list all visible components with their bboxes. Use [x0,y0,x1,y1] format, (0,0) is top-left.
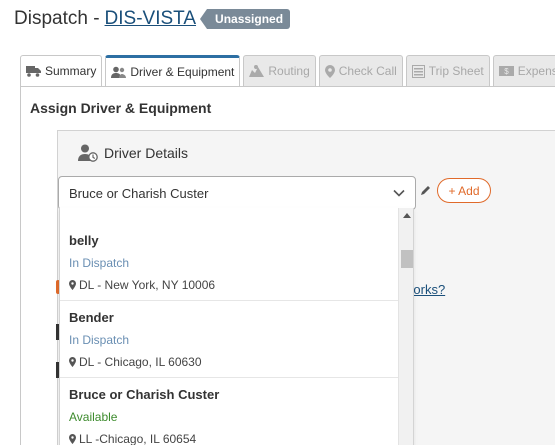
driver-dropdown-list: belly In Dispatch DL - New York, NY 1000… [59,208,414,445]
tab-routing[interactable]: Routing [243,55,316,86]
tab-trip-sheet[interactable]: Trip Sheet [405,55,490,86]
driver-name: Bender [69,310,114,325]
driver-details-header: Driver Details [78,144,188,162]
tab-label: Check Call [338,64,397,78]
pencil-icon[interactable] [420,184,432,196]
driver-clock-icon [78,144,98,162]
map-icon [249,65,265,77]
driver-name: Bruce or Charish Custer [69,387,220,402]
list-item[interactable]: belly In Dispatch DL - New York, NY 1000… [60,224,398,301]
tab-driver-equipment[interactable]: Driver & Equipment [105,55,241,86]
truck-icon [26,66,41,77]
section-title: Assign Driver & Equipment [30,100,212,116]
tab-bar: Summary Driver & Equipment Routing Check… [20,55,555,86]
tab-summary[interactable]: Summary [20,55,103,86]
load-number-link[interactable]: DIS-VISTA [105,8,197,30]
page-title-prefix: Dispatch - [14,8,100,29]
driver-location: DL - New York, NY 10006 [69,278,389,292]
tab-expenses[interactable]: $ Expenses [492,55,555,86]
map-marker-icon [69,280,76,290]
driver-status: In Dispatch [69,333,130,347]
map-marker-icon [324,64,335,78]
tab-label: Trip Sheet [428,64,484,78]
dropdown-options: belly In Dispatch DL - New York, NY 1000… [60,208,398,445]
map-marker-icon [69,357,76,367]
scroll-thumb[interactable] [401,250,413,268]
driver-location-text: LL -Chicago, IL 60654 [79,432,197,445]
tab-label: Expenses [517,64,555,78]
driver-location-text: DL - New York, NY 10006 [79,278,216,292]
money-icon: $ [498,66,514,76]
driver-select-value: Bruce or Charish Custer [69,185,209,201]
svg-text:$: $ [504,67,509,76]
users-icon [111,66,127,78]
list-item[interactable]: Bruce or Charish Custer Available LL -Ch… [60,378,398,445]
tab-label: Routing [268,64,310,78]
chevron-down-icon [393,189,405,197]
list-item[interactable]: Bender In Dispatch DL - Chicago, IL 6063… [60,301,398,378]
add-driver-button[interactable]: + Add [437,178,491,203]
driver-name: belly [69,233,99,248]
tab-label: Driver & Equipment [130,65,235,79]
driver-select[interactable]: Bruce or Charish Custer [58,176,416,210]
page-title-row: Dispatch - DIS-VISTA Unassigned [14,6,291,32]
tab-label: Summary [45,64,97,78]
driver-details-title: Driver Details [104,145,189,161]
scroll-up-arrow-icon[interactable] [403,213,411,218]
status-badge: Unassigned [200,9,291,29]
map-marker-icon [69,434,76,444]
dropdown-scrollbar[interactable] [398,208,413,445]
driver-status: Available [69,410,118,424]
driver-location: LL -Chicago, IL 60654 [69,432,389,445]
driver-location-text: DL - Chicago, IL 60630 [79,355,202,369]
tab-check-call[interactable]: Check Call [318,55,403,86]
driver-status: In Dispatch [69,256,130,270]
clipboard-icon [411,64,425,78]
driver-location: DL - Chicago, IL 60630 [69,355,389,369]
